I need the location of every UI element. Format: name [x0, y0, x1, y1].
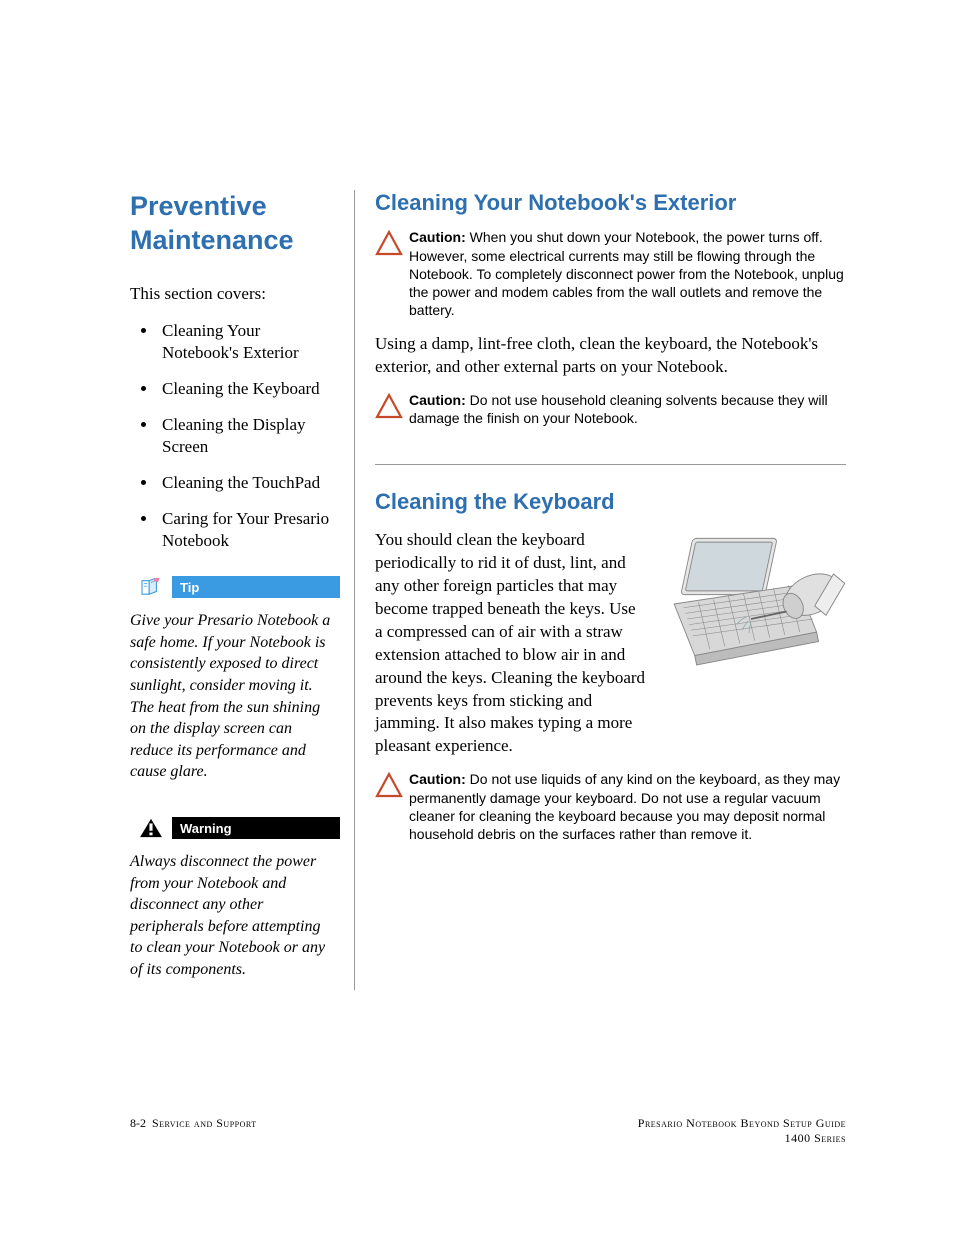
- caution-label: Caution:: [409, 771, 466, 787]
- caution-label: Caution:: [409, 392, 466, 408]
- list-item: Cleaning the Display Screen: [158, 414, 340, 458]
- tip-label: Tip: [172, 576, 340, 598]
- caution-icon: [375, 228, 409, 319]
- warning-label: Warning: [172, 817, 340, 839]
- keyboard-cleaning-illustration: [656, 529, 846, 684]
- subsection-title-exterior: Cleaning Your Notebook's Exterior: [375, 190, 846, 216]
- section-intro: This section covers:: [130, 284, 340, 304]
- paragraph: Using a damp, lint-free cloth, clean the…: [375, 333, 846, 379]
- list-item: Cleaning the TouchPad: [158, 472, 340, 494]
- left-column: Preventive Maintenance This section cove…: [130, 190, 340, 990]
- column-divider: [354, 190, 355, 990]
- warning-block: Warning Always disconnect the power from…: [130, 817, 340, 981]
- caution-body: Do not use household cleaning solvents b…: [409, 392, 828, 426]
- caution-box: Caution: When you shut down your Noteboo…: [375, 228, 846, 319]
- caution-icon: [375, 770, 409, 843]
- footer-section-label: Service and Support: [152, 1116, 257, 1130]
- caution-text: Caution: When you shut down your Noteboo…: [409, 228, 846, 319]
- caution-box: Caution: Do not use household cleaning s…: [375, 391, 846, 427]
- caution-icon: [375, 391, 409, 427]
- tip-icon: [130, 576, 172, 598]
- warning-icon: [130, 817, 172, 839]
- right-column: Cleaning Your Notebook's Exterior Cautio…: [375, 190, 846, 990]
- page-number: 8-2: [130, 1116, 146, 1130]
- tip-text: Give your Presario Notebook a safe home.…: [130, 610, 340, 783]
- caution-label: Caution:: [409, 229, 466, 245]
- list-item: Cleaning the Keyboard: [158, 378, 340, 400]
- warning-text: Always disconnect the power from your No…: [130, 851, 340, 981]
- paragraph: You should clean the keyboard periodical…: [375, 529, 656, 758]
- section-divider: [375, 464, 846, 465]
- tip-block: Tip Give your Presario Notebook a safe h…: [130, 576, 340, 783]
- caution-body: Do not use liquids of any kind on the ke…: [409, 771, 840, 842]
- list-item: Caring for Your Presario Notebook: [158, 508, 340, 552]
- caution-text: Caution: Do not use household cleaning s…: [409, 391, 846, 427]
- footer-series: 1400 Series: [638, 1131, 846, 1147]
- caution-body: When you shut down your Notebook, the po…: [409, 229, 844, 318]
- contents-list: Cleaning Your Notebook's Exterior Cleani…: [130, 320, 340, 553]
- footer-guide-title: Presario Notebook Beyond Setup Guide: [638, 1116, 846, 1132]
- section-title: Preventive Maintenance: [130, 190, 340, 258]
- list-item: Cleaning Your Notebook's Exterior: [158, 320, 340, 364]
- caution-box: Caution: Do not use liquids of any kind …: [375, 770, 846, 843]
- subsection-title-keyboard: Cleaning the Keyboard: [375, 489, 846, 515]
- caution-text: Caution: Do not use liquids of any kind …: [409, 770, 846, 843]
- page-footer: 8-2 Service and Support Presario Noteboo…: [130, 1116, 846, 1147]
